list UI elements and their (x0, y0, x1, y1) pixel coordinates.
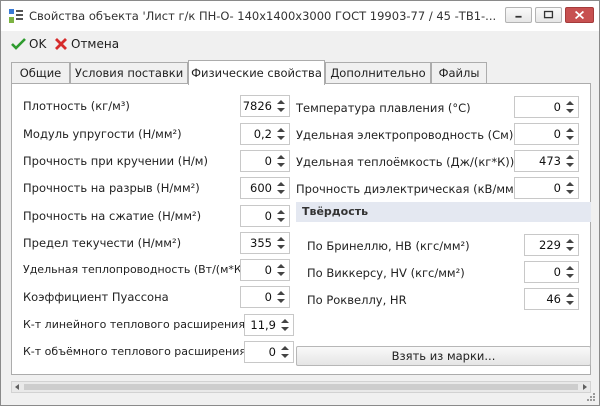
tab-files[interactable]: Файлы (431, 62, 487, 84)
melting-point-value: 0 (553, 100, 561, 114)
horizontal-scrollbar[interactable] (11, 381, 591, 393)
melting-point-label: Температура плавления (°С) (296, 101, 471, 115)
linear-expansion-value: 11,9 (250, 318, 276, 332)
vickers-label: По Виккерсу, HV (кгс/мм²) (307, 266, 465, 280)
rockwell-input[interactable]: 46 (524, 288, 579, 310)
tab-strip: Общие Условия поставки Физические свойст… (11, 60, 591, 85)
elastic-modulus-value: 0,2 (253, 127, 272, 141)
hardness-group-header: Твёрдость (296, 202, 591, 222)
spin-arrows-icon[interactable] (274, 179, 288, 197)
dielectric-strength-label: Прочность диэлектрическая (кВ/мм) (296, 182, 519, 196)
spin-arrows-icon[interactable] (274, 234, 288, 252)
vickers-input[interactable]: 0 (524, 261, 579, 283)
elastic-modulus-input[interactable]: 0,2 (240, 123, 290, 145)
melting-point-input[interactable]: 0 (514, 96, 579, 118)
scroll-right-icon[interactable] (583, 384, 587, 390)
specific-heat-value: 473 (539, 154, 561, 168)
linear-expansion-label: К-т линейного теплового расширения (23, 318, 245, 331)
resize-grip-icon[interactable] (586, 392, 596, 402)
volumetric-expansion-value: 0 (268, 345, 276, 359)
specific-heat-label: Удельная теплоёмкость (Дж/(кг*К)) (296, 155, 515, 169)
thermal-conductivity-value: 0 (264, 263, 272, 277)
rockwell-value: 46 (546, 292, 561, 306)
tensile-strength-input[interactable]: 600 (240, 177, 290, 199)
spin-arrows-icon[interactable] (563, 236, 577, 254)
ok-label: OK (29, 37, 47, 51)
torsion-strength-value: 0 (264, 154, 272, 168)
poisson-ratio-value: 0 (264, 290, 272, 304)
linear-expansion-input[interactable]: 11,9 (244, 314, 294, 336)
vickers-value: 0 (553, 265, 561, 279)
close-icon (574, 10, 585, 20)
electrical-conductivity-value: 0 (553, 127, 561, 141)
scroll-left-icon[interactable] (15, 384, 19, 390)
spin-arrows-icon[interactable] (563, 179, 577, 197)
tab-physical-properties[interactable]: Физические свойства (188, 60, 325, 85)
spin-arrows-icon[interactable] (563, 152, 577, 170)
object-properties-icon (9, 9, 23, 23)
minimize-button[interactable] (505, 7, 532, 23)
yield-strength-value: 355 (250, 236, 272, 250)
spin-arrows-icon[interactable] (274, 261, 288, 279)
close-button[interactable] (565, 7, 594, 23)
spin-arrows-icon[interactable] (563, 263, 577, 281)
tensile-strength-label: Прочность на разрыв (Н/мм²) (23, 181, 200, 195)
tensile-strength-value: 600 (250, 181, 272, 195)
spin-arrows-icon[interactable] (563, 98, 577, 116)
density-input[interactable]: 7826 (240, 95, 290, 117)
brinell-label: По Бринеллю, HB (кгс/мм²) (307, 239, 470, 253)
compressive-strength-label: Прочность на сжатие (Н/мм²) (23, 209, 202, 223)
tab-general[interactable]: Общие (11, 62, 70, 84)
physical-properties-panel: Плотность (кг/м³) 7826 Модуль упругости … (11, 83, 591, 375)
spin-arrows-icon[interactable] (563, 290, 577, 308)
pick-from-grade-button[interactable]: Взять из марки... (296, 346, 591, 366)
toolbar: OK Отмена (1, 32, 599, 56)
red-x-icon (55, 38, 67, 50)
spin-arrows-icon[interactable] (274, 288, 288, 306)
poisson-ratio-label: Коэффициент Пуассона (23, 290, 169, 304)
scroll-thumb[interactable] (24, 384, 578, 390)
electrical-conductivity-input[interactable]: 0 (514, 123, 579, 145)
volumetric-expansion-label: К-т объёмного теплового расширения (23, 345, 247, 358)
cancel-button[interactable]: Отмена (54, 35, 119, 53)
yield-strength-label: Предел текучести (Н/мм²) (23, 236, 182, 250)
spin-arrows-icon[interactable] (278, 316, 292, 334)
cancel-label: Отмена (71, 37, 120, 51)
spin-arrows-icon[interactable] (274, 152, 288, 170)
maximize-icon (543, 10, 554, 19)
window-title: Свойства объекта 'Лист г/к ПН-О- 140x140… (29, 9, 497, 23)
spin-arrows-icon[interactable] (274, 207, 288, 225)
compressive-strength-input[interactable]: 0 (240, 205, 290, 227)
thermal-conductivity-label: Удельная теплопроводность (Вт/(м*К)) (23, 263, 251, 276)
torsion-strength-input[interactable]: 0 (240, 150, 290, 172)
volumetric-expansion-input[interactable]: 0 (244, 341, 294, 363)
ok-button[interactable]: OK (11, 35, 46, 53)
density-value: 7826 (242, 99, 272, 113)
electrical-conductivity-label: Удельная электропроводность (См) (296, 128, 514, 142)
poisson-ratio-input[interactable]: 0 (240, 286, 290, 308)
properties-window: Свойства объекта 'Лист г/к ПН-О- 140x140… (0, 0, 600, 406)
dielectric-strength-input[interactable]: 0 (514, 177, 579, 199)
checkmark-icon (11, 38, 26, 50)
brinell-value: 229 (539, 238, 561, 252)
dielectric-strength-value: 0 (553, 181, 561, 195)
specific-heat-input[interactable]: 473 (514, 150, 579, 172)
elastic-modulus-label: Модуль упругости (Н/мм²) (23, 127, 182, 141)
minimize-icon (515, 15, 522, 18)
tab-additional[interactable]: Дополнительно (325, 62, 431, 84)
spin-arrows-icon[interactable] (278, 343, 292, 361)
compressive-strength-value: 0 (264, 209, 272, 223)
thermal-conductivity-input[interactable]: 0 (240, 259, 290, 281)
rockwell-label: По Роквеллу, HR (307, 293, 407, 307)
brinell-input[interactable]: 229 (524, 234, 579, 256)
spin-arrows-icon[interactable] (274, 125, 288, 143)
title-bar[interactable]: Свойства объекта 'Лист г/к ПН-О- 140x140… (1, 1, 599, 31)
spin-arrows-icon[interactable] (563, 125, 577, 143)
yield-strength-input[interactable]: 355 (240, 232, 290, 254)
maximize-button[interactable] (535, 7, 562, 23)
tab-delivery-conditions[interactable]: Условия поставки (70, 62, 188, 84)
torsion-strength-label: Прочность при кручении (Н/м) (23, 154, 208, 168)
spin-arrows-icon[interactable] (274, 97, 288, 115)
density-label: Плотность (кг/м³) (23, 99, 130, 113)
